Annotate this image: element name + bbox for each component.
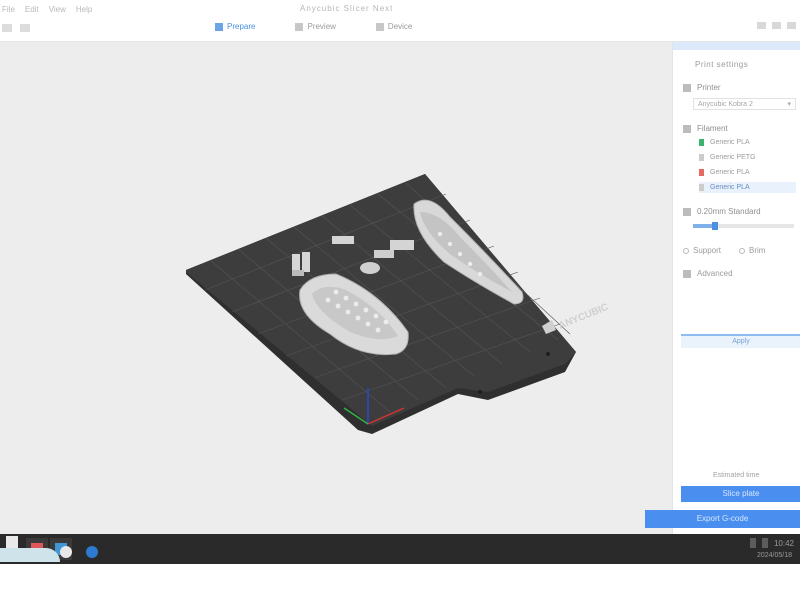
filament-item-label: Generic PLA bbox=[710, 184, 750, 191]
filament-item-label: Generic PETG bbox=[710, 154, 756, 161]
advanced-label: Advanced bbox=[697, 269, 733, 278]
radio-icon bbox=[683, 247, 689, 254]
printer-select[interactable]: Anycubic Kobra 2 ▾ bbox=[693, 98, 796, 110]
menu-view[interactable]: View bbox=[49, 5, 66, 14]
save-icon[interactable] bbox=[2, 24, 12, 32]
filament-item[interactable]: Generic PETG bbox=[699, 152, 796, 163]
printer-section: Printer Anycubic Kobra 2 ▾ bbox=[673, 83, 800, 110]
wallpaper-wave bbox=[0, 548, 60, 562]
window-controls bbox=[757, 22, 796, 29]
window-title: Anycubic Slicer Next bbox=[300, 4, 394, 13]
3d-viewport[interactable]: ANYCUBIC bbox=[0, 42, 672, 534]
clock-date: 2024/05/18 bbox=[756, 552, 792, 559]
estimate-text: Estimated time bbox=[713, 472, 760, 479]
process-header: 0.20mm Standard bbox=[683, 207, 800, 216]
settings-panel: Print settings Printer Anycubic Kobra 2 … bbox=[672, 42, 800, 534]
start-icon[interactable] bbox=[6, 536, 18, 548]
process-value: 0.20mm Standard bbox=[697, 207, 761, 216]
model-part-post[interactable] bbox=[302, 252, 310, 272]
chevron-down-icon: ▾ bbox=[787, 101, 791, 108]
filament-color-swatch bbox=[699, 154, 704, 161]
tab-prepare-label: Prepare bbox=[227, 22, 256, 31]
menu-file[interactable]: File bbox=[2, 5, 15, 14]
os-taskbar: 10:42 2024/05/18 bbox=[0, 534, 800, 564]
advanced-toggle[interactable]: Advanced bbox=[683, 269, 800, 278]
plate-hole bbox=[546, 352, 550, 356]
undo-icon[interactable] bbox=[20, 24, 30, 32]
menu-help[interactable]: Help bbox=[76, 5, 92, 14]
store-icon[interactable] bbox=[86, 546, 98, 558]
export-button[interactable]: Export G-code bbox=[645, 510, 800, 528]
filament-color-swatch bbox=[699, 184, 704, 191]
filament-item[interactable]: Generic PLA bbox=[699, 167, 796, 178]
filament-color-swatch bbox=[699, 139, 704, 146]
filament-item[interactable]: Generic PLA bbox=[699, 137, 796, 148]
slice-button[interactable]: Slice plate bbox=[681, 486, 800, 502]
apply-button[interactable]: Apply bbox=[681, 334, 800, 348]
build-plate-scene[interactable]: ANYCUBIC bbox=[0, 42, 672, 534]
radio-icon bbox=[739, 247, 746, 254]
browser-icon[interactable] bbox=[60, 546, 72, 558]
main-tabs: Prepare Preview Device bbox=[215, 22, 412, 31]
process-icon bbox=[683, 207, 691, 216]
tab-preview[interactable]: Preview bbox=[295, 22, 336, 31]
tab-device-label: Device bbox=[387, 22, 413, 31]
support-option[interactable]: Support bbox=[683, 246, 721, 255]
volume-icon[interactable] bbox=[761, 538, 768, 548]
tab-prepare[interactable]: Prepare bbox=[215, 22, 255, 31]
filament-item-label: Generic PLA bbox=[710, 139, 750, 146]
model-part-post[interactable] bbox=[292, 254, 300, 272]
system-tray: 10:42 bbox=[749, 538, 794, 548]
menu-edit[interactable]: Edit bbox=[25, 5, 39, 14]
brim-option-label: Brim bbox=[749, 246, 766, 255]
tab-preview-label: Preview bbox=[307, 22, 336, 31]
filament-item[interactable]: Generic PLA bbox=[699, 182, 796, 193]
plate-hole bbox=[478, 390, 482, 394]
model-part-cylinder[interactable] bbox=[360, 262, 380, 274]
model-part-bracket[interactable] bbox=[292, 270, 304, 276]
maximize-icon[interactable] bbox=[772, 22, 781, 29]
quality-slider[interactable] bbox=[693, 222, 794, 230]
device-icon bbox=[375, 22, 384, 31]
quality-slider-handle[interactable] bbox=[712, 222, 719, 230]
clock-time[interactable]: 10:42 bbox=[774, 539, 794, 548]
panel-title: Print settings bbox=[695, 60, 749, 69]
filament-section: Filament Generic PLA Generic PETG Generi… bbox=[673, 124, 800, 193]
printer-value: Anycubic Kobra 2 bbox=[698, 100, 753, 108]
preview-icon bbox=[295, 22, 304, 31]
filament-item-label: Generic PLA bbox=[710, 169, 750, 176]
network-icon[interactable] bbox=[749, 538, 756, 548]
quick-toolbar bbox=[2, 24, 30, 32]
model-part-connector[interactable] bbox=[374, 250, 394, 258]
panel-header-bar bbox=[673, 42, 800, 50]
printer-label: Printer bbox=[697, 83, 721, 92]
brim-option[interactable]: Brim bbox=[739, 246, 765, 255]
process-section: 0.20mm Standard bbox=[673, 207, 800, 230]
filament-label: Filament bbox=[697, 124, 728, 133]
app-window: File Edit View Help Anycubic Slicer Next… bbox=[0, 0, 800, 600]
prepare-icon bbox=[215, 22, 223, 31]
support-options: Support Brim bbox=[683, 246, 800, 255]
support-option-label: Support bbox=[693, 246, 722, 255]
close-icon[interactable] bbox=[787, 22, 796, 29]
desktop-area bbox=[0, 564, 800, 600]
advanced-icon bbox=[683, 269, 691, 278]
tab-device[interactable]: Device bbox=[375, 22, 413, 31]
model-part-plate[interactable] bbox=[390, 240, 414, 250]
plate-brand-text: ANYCUBIC bbox=[557, 302, 610, 332]
printer-icon bbox=[683, 83, 691, 92]
filament-color-swatch bbox=[699, 169, 704, 176]
filament-icon bbox=[683, 124, 691, 133]
menu-items: File Edit View Help bbox=[2, 5, 92, 14]
filament-header: Filament bbox=[683, 124, 800, 133]
minimize-icon[interactable] bbox=[757, 22, 766, 29]
menu-bar: File Edit View Help Anycubic Slicer Next… bbox=[0, 0, 800, 42]
printer-header: Printer bbox=[683, 83, 800, 92]
model-part-brick[interactable] bbox=[332, 236, 354, 244]
